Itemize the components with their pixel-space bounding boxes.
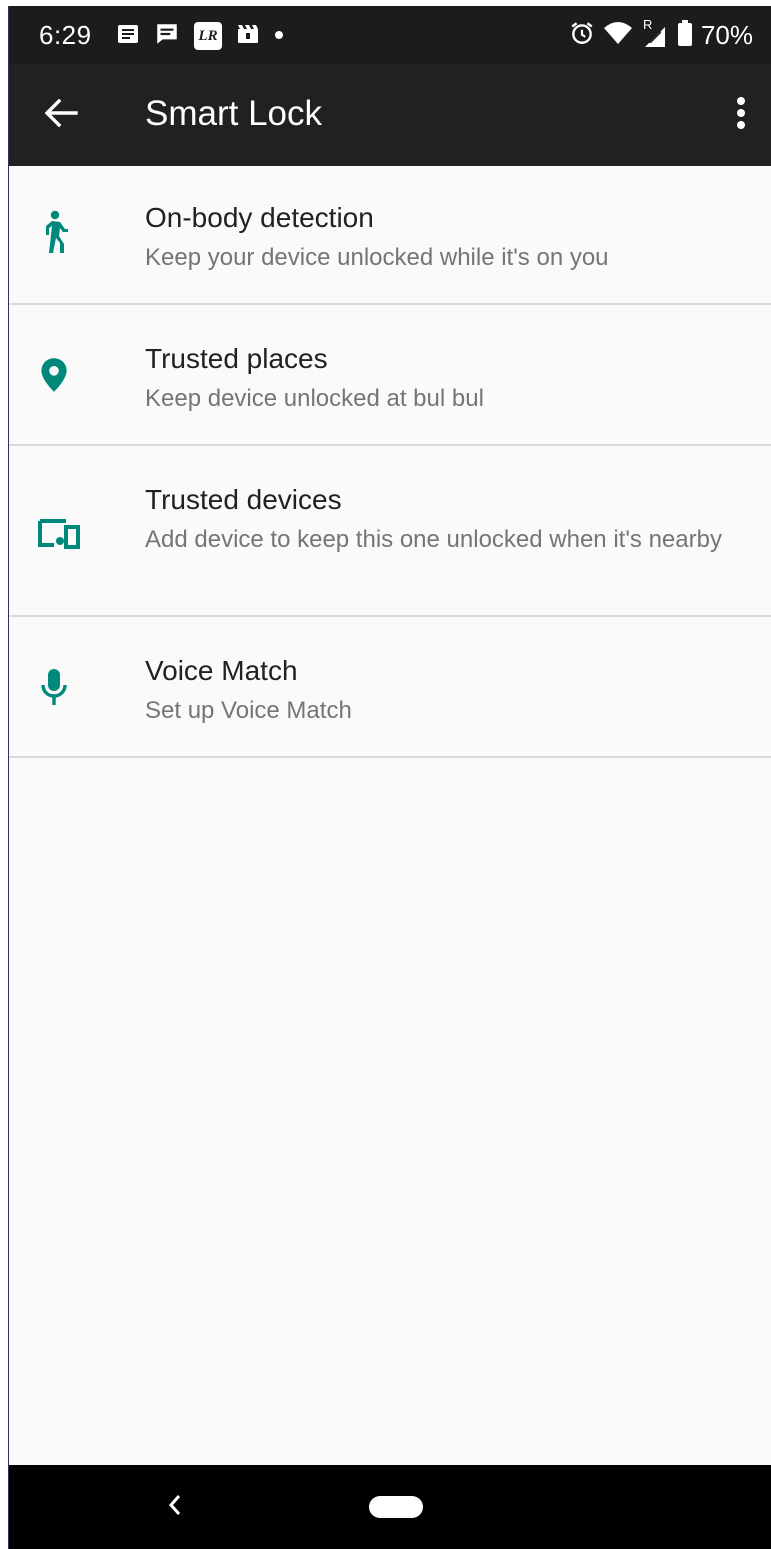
wifi-icon — [603, 20, 633, 51]
item-title: On-body detection — [145, 202, 374, 233]
more-vert-icon — [736, 96, 746, 135]
item-title: Trusted places — [145, 343, 328, 374]
nav-back-icon — [168, 1494, 182, 1521]
list-item-voice-match[interactable]: Voice Match Set up Voice Match — [8, 617, 771, 758]
system-icons: R 70% — [569, 17, 753, 52]
roaming-mark: R — [642, 17, 653, 32]
nav-back-button[interactable] — [160, 1491, 190, 1523]
battery-icon — [677, 19, 693, 52]
item-subtitle: Keep device unlocked at bul bul — [145, 385, 484, 412]
notification-icons: LR — [116, 22, 284, 50]
notes-icon — [116, 22, 140, 51]
clapper-icon — [236, 22, 260, 51]
device-screen: 6:29 LR R 70% Smart Lock On-body detecti… — [8, 6, 771, 1549]
dot-icon — [274, 27, 284, 45]
lr-app-label: LR — [198, 27, 218, 44]
lr-app-icon: LR — [194, 22, 222, 50]
page-title: Smart Lock — [145, 94, 322, 133]
message-icon — [154, 21, 180, 52]
list-item-trusted-places[interactable]: Trusted places Keep device unlocked at b… — [8, 305, 771, 446]
navigation-bar — [8, 1465, 771, 1549]
alarm-icon — [569, 20, 595, 51]
walking-person-icon — [36, 210, 72, 253]
overflow-menu-button[interactable] — [721, 90, 761, 140]
status-bar: 6:29 LR R 70% — [8, 6, 771, 64]
item-subtitle: Keep your device unlocked while it's on … — [145, 244, 609, 271]
microphone-icon — [36, 669, 72, 705]
location-pin-icon — [36, 357, 72, 393]
battery-percentage: 70% — [700, 19, 753, 50]
list-item-trusted-devices[interactable]: Trusted devices Add device to keep this … — [8, 446, 771, 617]
signal-roaming-icon: R — [641, 17, 669, 49]
devices-icon — [36, 516, 80, 552]
status-time: 6:29 — [39, 20, 92, 50]
item-title: Trusted devices — [145, 484, 342, 515]
smart-lock-options-list: On-body detection Keep your device unloc… — [8, 166, 771, 758]
item-title: Voice Match — [145, 655, 298, 686]
back-button[interactable] — [36, 90, 86, 140]
arrow-back-icon — [44, 98, 78, 133]
list-item-on-body-detection[interactable]: On-body detection Keep your device unloc… — [8, 166, 771, 305]
frame-edge — [8, 6, 9, 1549]
app-bar: Smart Lock — [8, 64, 771, 166]
item-subtitle: Add device to keep this one unlocked whe… — [145, 526, 722, 553]
item-subtitle: Set up Voice Match — [145, 697, 352, 724]
home-pill-icon[interactable] — [369, 1496, 423, 1518]
